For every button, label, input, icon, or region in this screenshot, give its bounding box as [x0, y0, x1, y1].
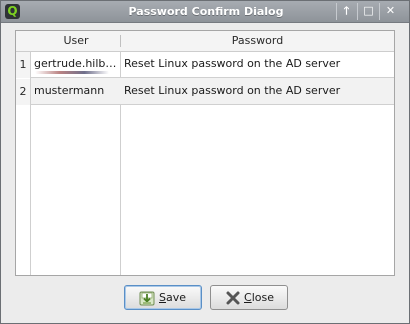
arrow-up-icon: 🡑	[343, 4, 350, 17]
keep-above-button[interactable]: 🡑	[338, 3, 355, 20]
user-password-table[interactable]: User Password 1 gertrude.hilb… Reset Lin…	[15, 30, 395, 276]
maximize-button[interactable]: □	[360, 3, 377, 20]
cell-user[interactable]: mustermann	[34, 78, 119, 104]
row-header-2[interactable]: 2	[16, 79, 30, 105]
close-x-icon	[226, 291, 240, 305]
title-separator	[357, 3, 358, 20]
maximize-icon: □	[363, 4, 374, 17]
column-header-user[interactable]: User	[31, 31, 121, 51]
table-header: User Password	[16, 31, 394, 52]
window-title: Password Confirm Dialog	[128, 5, 284, 18]
app-icon[interactable]: Q	[5, 4, 20, 19]
save-label: Save	[159, 291, 187, 304]
title-separator	[379, 3, 380, 20]
table-row[interactable]: gertrude.hilb… Reset Linux password on t…	[31, 51, 394, 78]
dialog-window: Q Password Confirm Dialog 🡑 □ ✕ User Pas…	[0, 0, 410, 324]
close-icon: ✕	[385, 4, 396, 17]
spell-underline	[35, 71, 109, 74]
app-icon-glyph: Q	[7, 4, 18, 18]
close-button[interactable]: Close	[210, 285, 288, 310]
close-label: Close	[244, 291, 274, 304]
column-header-password[interactable]: Password	[121, 31, 394, 51]
title-bar[interactable]: Q Password Confirm Dialog 🡑 □ ✕	[1, 1, 409, 23]
save-button[interactable]: Save	[124, 285, 202, 310]
table-row[interactable]: mustermann Reset Linux password on the A…	[31, 78, 394, 105]
cell-password[interactable]: Reset Linux password on the AD server	[124, 51, 392, 77]
title-separator	[336, 3, 337, 20]
close-window-button[interactable]: ✕	[382, 3, 399, 20]
cell-password[interactable]: Reset Linux password on the AD server	[124, 78, 392, 104]
row-header-1[interactable]: 1	[16, 52, 30, 78]
save-icon	[139, 291, 155, 306]
